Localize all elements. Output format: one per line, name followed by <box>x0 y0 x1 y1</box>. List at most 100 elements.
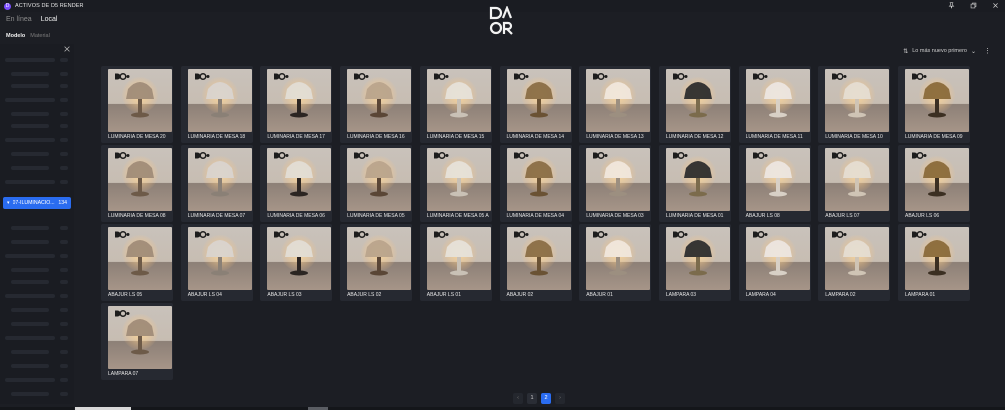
asset-card[interactable]: LUMINARIA DE MESA 18 <box>180 66 253 143</box>
tab-local[interactable]: Local <box>41 16 58 23</box>
asset-card[interactable]: LUMINARIA DE MESA 16 <box>340 66 413 143</box>
close-icon[interactable] <box>991 2 999 10</box>
asset-card[interactable]: ABAJUR 01 <box>579 224 652 301</box>
asset-thumbnail[interactable] <box>347 148 412 211</box>
sidebar-item-placeholder[interactable] <box>11 280 49 284</box>
asset-card[interactable]: LUMINARIA DE MESA 08 <box>101 145 173 222</box>
asset-card[interactable]: LUMINARIA DE MESA 12 <box>658 66 731 143</box>
prev-page-button[interactable]: ‹ <box>513 393 523 404</box>
asset-card[interactable]: ABAJUR LS 03 <box>260 224 333 301</box>
asset-thumbnail[interactable] <box>586 227 651 290</box>
sidebar-item-placeholder[interactable] <box>11 72 49 76</box>
sidebar-item-placeholder[interactable] <box>11 392 49 396</box>
asset-thumbnail[interactable] <box>745 227 810 290</box>
sidebar-item-placeholder[interactable] <box>5 378 55 382</box>
asset-thumbnail[interactable] <box>108 69 172 132</box>
sidebar-item-placeholder[interactable] <box>5 254 55 258</box>
asset-card[interactable]: LAMPARA 03 <box>658 224 731 301</box>
asset-card[interactable]: LUMINARIA DE MESA 05 A <box>419 145 492 222</box>
asset-thumbnail[interactable] <box>665 227 730 290</box>
tab-online[interactable]: En línea <box>6 16 32 23</box>
asset-thumbnail[interactable] <box>745 148 810 211</box>
asset-card[interactable]: ABAJUR LS 06 <box>898 145 970 222</box>
asset-thumbnail[interactable] <box>506 227 571 290</box>
sidebar-item-placeholder[interactable] <box>5 98 55 102</box>
asset-card[interactable]: LUMINARIA DE MESA 09 <box>898 66 970 143</box>
sidebar-item-placeholder[interactable] <box>11 152 49 156</box>
asset-card[interactable]: LUMINARIA DE MESA 01 <box>658 145 731 222</box>
asset-card[interactable]: LAMPARA 02 <box>818 224 891 301</box>
asset-card[interactable]: LUMINARIA DE MESA 04 <box>499 145 572 222</box>
sidebar-item-placeholder[interactable] <box>11 84 49 88</box>
sidebar-item-placeholder[interactable] <box>11 308 49 312</box>
asset-thumbnail[interactable] <box>506 148 571 211</box>
asset-thumbnail[interactable] <box>426 227 491 290</box>
asset-thumbnail[interactable] <box>586 69 651 132</box>
sidebar-item-placeholder[interactable] <box>5 180 55 184</box>
sidebar-item-placeholder[interactable] <box>11 364 49 368</box>
asset-thumbnail[interactable] <box>347 69 412 132</box>
asset-thumbnail[interactable] <box>426 69 491 132</box>
sidebar-item-placeholder[interactable] <box>11 166 49 170</box>
asset-card[interactable]: LUMINARIA DE MESA 10 <box>818 66 891 143</box>
sidebar-item-placeholder[interactable] <box>11 112 49 116</box>
asset-thumbnail[interactable] <box>187 227 252 290</box>
asset-card[interactable]: ABAJUR LS 02 <box>340 224 413 301</box>
asset-card[interactable]: LUMINARIA DE MESA 05 <box>340 145 413 222</box>
asset-card[interactable]: LUMINARIA DE MESA 14 <box>499 66 572 143</box>
restore-icon[interactable] <box>969 2 977 10</box>
asset-card[interactable]: LUMINARIA DE MESA 11 <box>738 66 811 143</box>
asset-card[interactable]: LAMPARA 04 <box>738 224 811 301</box>
asset-card[interactable]: ABAJUR LS 08 <box>738 145 811 222</box>
asset-card[interactable]: LUMINARIA DE MESA 15 <box>419 66 492 143</box>
more-options-icon[interactable]: ⋮ <box>984 47 991 55</box>
sidebar-item-placeholder[interactable] <box>5 138 55 142</box>
asset-thumbnail[interactable] <box>745 69 810 132</box>
page-button-1[interactable]: 1 <box>527 393 537 404</box>
asset-thumbnail[interactable] <box>187 69 252 132</box>
asset-thumbnail[interactable] <box>426 148 491 211</box>
asset-thumbnail[interactable] <box>267 69 332 132</box>
sidebar-item-placeholder[interactable] <box>11 268 49 272</box>
asset-thumbnail[interactable] <box>267 148 332 211</box>
asset-thumbnail[interactable] <box>665 69 730 132</box>
sidebar-item-placeholder[interactable] <box>5 336 55 340</box>
asset-card[interactable]: LAMPARA 01 <box>898 224 970 301</box>
asset-card[interactable]: LUMINARIA DE MESA 20 <box>101 66 173 143</box>
asset-card[interactable]: LUMINARIA DE MESA 17 <box>260 66 333 143</box>
asset-thumbnail[interactable] <box>108 306 172 369</box>
page-button-2[interactable]: 2 <box>541 393 551 404</box>
asset-thumbnail[interactable] <box>905 227 969 290</box>
sidebar-item-placeholder[interactable] <box>11 124 49 128</box>
tab-material[interactable]: Material <box>30 33 50 39</box>
asset-card[interactable]: ABAJUR LS 04 <box>180 224 253 301</box>
asset-card[interactable]: LAMPARA 07 <box>101 303 173 380</box>
asset-card[interactable]: LUMINARIA DE MESA 13 <box>579 66 652 143</box>
asset-card[interactable]: LUMINARIA DE MESA 07 <box>180 145 253 222</box>
close-icon[interactable] <box>63 46 71 54</box>
asset-thumbnail[interactable] <box>347 227 412 290</box>
asset-thumbnail[interactable] <box>267 227 332 290</box>
asset-thumbnail[interactable] <box>665 148 730 211</box>
asset-card[interactable]: LUMINARIA DE MESA 03 <box>579 145 652 222</box>
asset-thumbnail[interactable] <box>905 69 969 132</box>
sidebar-item-iluminacion[interactable]: ▾ 07-ILUMINACIO... 134 <box>3 197 71 209</box>
sidebar-item-placeholder[interactable] <box>5 58 55 62</box>
next-page-button[interactable]: › <box>555 393 565 404</box>
asset-card[interactable]: LUMINARIA DE MESA 06 <box>260 145 333 222</box>
asset-thumbnail[interactable] <box>825 148 890 211</box>
asset-card[interactable]: ABAJUR LS 07 <box>818 145 891 222</box>
asset-thumbnail[interactable] <box>825 69 890 132</box>
asset-thumbnail[interactable] <box>108 227 172 290</box>
sidebar-item-placeholder[interactable] <box>11 240 49 244</box>
sort-dropdown[interactable]: ⇅ Lo más nuevo primero ⌄ ⋮ <box>903 47 991 55</box>
sidebar-item-placeholder[interactable] <box>11 350 49 354</box>
pin-icon[interactable] <box>947 2 955 10</box>
asset-thumbnail[interactable] <box>905 148 969 211</box>
asset-thumbnail[interactable] <box>586 148 651 211</box>
sidebar-item-placeholder[interactable] <box>11 322 49 326</box>
tab-model[interactable]: Modelo <box>6 33 25 39</box>
asset-card[interactable]: ABAJUR LS 05 <box>101 224 173 301</box>
asset-thumbnail[interactable] <box>506 69 571 132</box>
asset-thumbnail[interactable] <box>825 227 890 290</box>
